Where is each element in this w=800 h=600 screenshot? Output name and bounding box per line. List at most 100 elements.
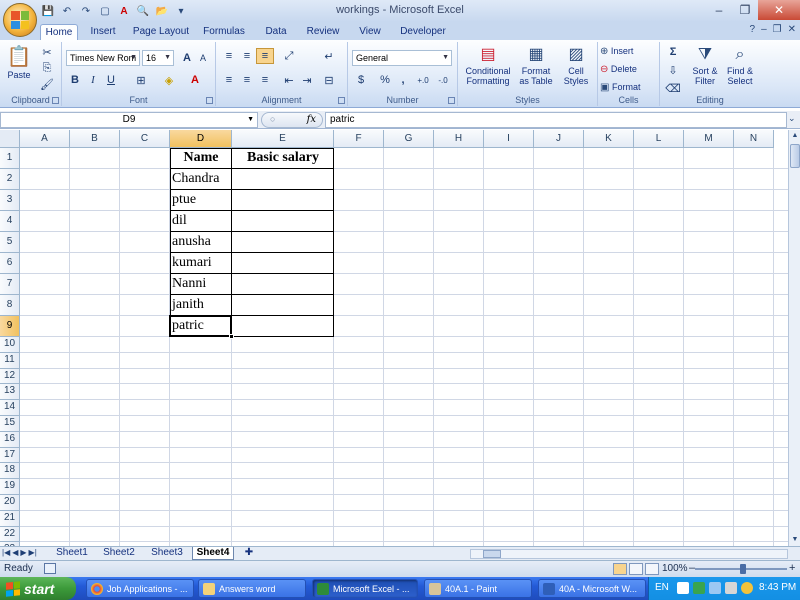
align-bottom-icon[interactable]: ≡: [256, 48, 274, 64]
fx-icon[interactable]: fx: [307, 114, 316, 125]
font-dialog-launcher-icon[interactable]: [206, 97, 213, 104]
merge-center-icon[interactable]: ⊟: [320, 72, 338, 88]
name-cell[interactable]: Nanni: [170, 274, 232, 295]
network-tray-icon[interactable]: [709, 582, 721, 594]
shrink-font-button[interactable]: A: [194, 50, 212, 66]
wrap-text-icon[interactable]: ↵: [320, 48, 338, 64]
name-cell[interactable]: janith: [170, 295, 232, 316]
page-layout-view-icon[interactable]: [629, 563, 643, 575]
cell-styles-button[interactable]: ▨ Cell Styles: [558, 44, 594, 87]
font-size-select[interactable]: 16 ▼: [142, 50, 174, 66]
name-cell[interactable]: Chandra: [170, 169, 232, 190]
format-cells-button[interactable]: ▣ Format: [600, 82, 658, 93]
tab-data[interactable]: Data: [262, 24, 290, 40]
clipboard-dialog-launcher-icon[interactable]: [52, 97, 59, 104]
cell-d1-name-header[interactable]: Name: [170, 148, 232, 169]
tab-developer[interactable]: Developer: [398, 24, 448, 40]
tab-insert[interactable]: Insert: [86, 24, 120, 40]
column-header-k[interactable]: K: [584, 130, 634, 148]
formula-input[interactable]: patric: [325, 112, 787, 128]
row-header-17[interactable]: 17: [0, 447, 20, 464]
scroll-up-icon[interactable]: ▲: [789, 130, 800, 142]
currency-button[interactable]: $: [352, 72, 370, 88]
row-header-6[interactable]: 6: [0, 253, 20, 274]
align-center-icon[interactable]: ≡: [238, 72, 256, 88]
tab-formulas[interactable]: Formulas: [202, 24, 246, 40]
italic-button[interactable]: I: [84, 72, 102, 88]
align-middle-icon[interactable]: ≡: [238, 48, 256, 64]
scroll-down-icon[interactable]: ▼: [789, 534, 800, 546]
paste-button[interactable]: 📋 Paste: [4, 44, 34, 80]
zoom-level[interactable]: 100%: [662, 563, 688, 574]
row-header-18[interactable]: 18: [0, 463, 20, 480]
sort-filter-button[interactable]: ⧩ Sort & Filter: [688, 44, 722, 87]
insert-function-control[interactable]: ○ fx: [261, 112, 323, 128]
row-header-1[interactable]: 1: [0, 148, 20, 169]
tab-page-layout[interactable]: Page Layout: [132, 24, 190, 40]
cell-e1-basic-salary-header[interactable]: Basic salary: [232, 148, 334, 169]
security-tray-icon[interactable]: [693, 582, 705, 594]
format-painter-icon[interactable]: 🖌: [38, 76, 56, 92]
name-cell[interactable]: kumari: [170, 253, 232, 274]
clear-icon[interactable]: ⌫: [664, 80, 682, 96]
comma-button[interactable]: ,: [394, 72, 412, 88]
font-name-select[interactable]: Times New Rom ▼: [66, 50, 140, 66]
bold-button[interactable]: B: [66, 72, 84, 88]
row-header-10[interactable]: 10: [0, 337, 20, 353]
row-header-4[interactable]: 4: [0, 211, 20, 232]
help-tray-icon[interactable]: [677, 582, 689, 594]
conditional-formatting-button[interactable]: ▤ Conditional Formatting: [460, 44, 516, 87]
tab-view[interactable]: View: [356, 24, 384, 40]
decrease-indent-icon[interactable]: ⇤: [280, 72, 298, 88]
minimize-button[interactable]: –: [706, 0, 732, 20]
row-header-21[interactable]: 21: [0, 510, 20, 527]
fill-handle[interactable]: [229, 334, 234, 339]
insert-sheet-icon[interactable]: ✚: [240, 547, 258, 560]
number-dialog-launcher-icon[interactable]: [448, 97, 455, 104]
scroll-thumb[interactable]: [790, 144, 800, 168]
taskbar-item-excel[interactable]: Microsoft Excel - ...: [312, 579, 418, 598]
column-header-h[interactable]: H: [434, 130, 484, 148]
row-header-13[interactable]: 13: [0, 384, 20, 401]
name-cell[interactable]: dil: [170, 211, 232, 232]
column-header-c[interactable]: C: [120, 130, 170, 148]
normal-view-icon[interactable]: [613, 563, 627, 575]
name-box[interactable]: D9 ▼: [0, 112, 258, 128]
sheet-tab-sheet3[interactable]: Sheet3: [146, 547, 188, 560]
row-header-15[interactable]: 15: [0, 416, 20, 432]
start-button[interactable]: start: [0, 577, 76, 600]
taskbar-item-paint[interactable]: 40A.1 - Paint: [424, 579, 532, 598]
increase-decimal-button[interactable]: +.0: [414, 72, 432, 88]
language-indicator[interactable]: EN: [655, 582, 669, 593]
tab-home[interactable]: Home: [40, 24, 78, 40]
fill-icon[interactable]: ⇩: [664, 62, 682, 78]
page-break-view-icon[interactable]: [645, 563, 659, 575]
volume-tray-icon[interactable]: [725, 582, 737, 594]
close-button[interactable]: ✕: [758, 0, 800, 20]
column-header-b[interactable]: B: [70, 130, 120, 148]
name-cell[interactable]: anusha: [170, 232, 232, 253]
increase-indent-icon[interactable]: ⇥: [298, 72, 316, 88]
taskbar-item-answers-word[interactable]: Answers word: [198, 579, 306, 598]
borders-icon[interactable]: ⊞: [132, 72, 150, 88]
column-header-i[interactable]: I: [484, 130, 534, 148]
column-header-n[interactable]: N: [734, 130, 774, 148]
tab-review[interactable]: Review: [304, 24, 342, 40]
row-header-11[interactable]: 11: [0, 352, 20, 369]
column-header-f[interactable]: F: [334, 130, 384, 148]
prev-sheet-icon[interactable]: ◀: [12, 548, 18, 557]
update-tray-icon[interactable]: [741, 582, 753, 594]
taskbar-item-word[interactable]: 40A - Microsoft W...: [538, 579, 646, 598]
macro-record-icon[interactable]: [44, 563, 56, 574]
expand-formula-bar-icon[interactable]: ⌄: [788, 113, 796, 124]
cut-icon[interactable]: ✂: [38, 44, 56, 60]
row-header-19[interactable]: 19: [0, 479, 20, 495]
column-header-e[interactable]: E: [232, 130, 334, 148]
next-sheet-icon[interactable]: ▶: [20, 548, 26, 557]
row-header-7[interactable]: 7: [0, 274, 20, 295]
sheet-tab-sheet1[interactable]: Sheet1: [52, 547, 92, 560]
autosum-button[interactable]: Σ: [664, 44, 682, 60]
zoom-in-button[interactable]: +: [789, 562, 795, 574]
row-header-20[interactable]: 20: [0, 495, 20, 511]
underline-button[interactable]: U: [102, 72, 120, 88]
